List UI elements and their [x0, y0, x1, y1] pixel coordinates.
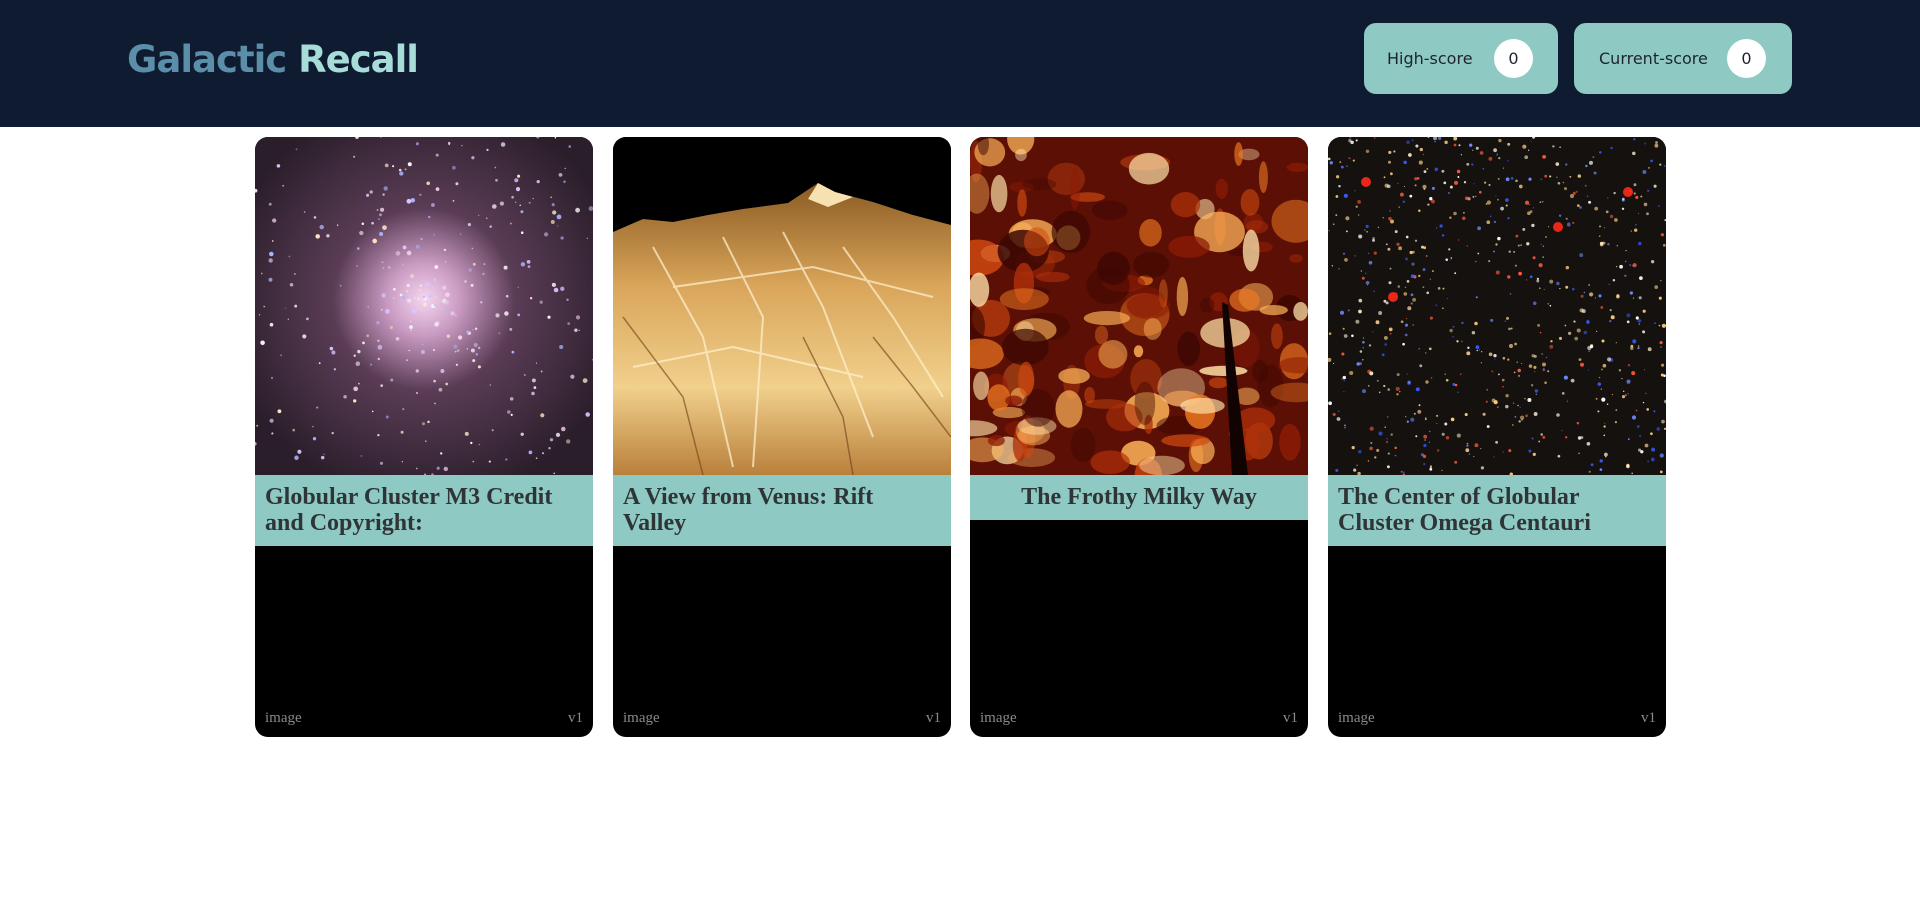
memory-card-frothy-milky-way[interactable]: The Frothy Milky Way image v1 — [970, 137, 1308, 737]
card-image-globular-cluster-m3 — [255, 137, 593, 475]
card-type-label: image — [623, 710, 660, 726]
logo-word-galactic: Galactic — [127, 38, 287, 81]
logo-word-recall: Recall — [298, 38, 419, 81]
card-title: The Frothy Milky Way — [970, 475, 1308, 520]
card-title: Globular Cluster M3 Credit and Copyright… — [255, 475, 593, 546]
card-image-venus-rift-valley — [613, 137, 951, 475]
high-score-value: 0 — [1494, 39, 1533, 78]
memory-card-globular-cluster-m3[interactable]: Globular Cluster M3 Credit and Copyright… — [255, 137, 593, 737]
card-version-label: v1 — [568, 710, 583, 726]
card-version-label: v1 — [926, 710, 941, 726]
current-score-panel: Current-score 0 — [1574, 23, 1792, 94]
card-type-label: image — [1338, 710, 1375, 726]
card-version-label: v1 — [1641, 710, 1656, 726]
high-score-panel: High-score 0 — [1364, 23, 1558, 94]
app-header: Galactic Recall High-score 0 Current-sco… — [0, 0, 1920, 127]
high-score-label: High-score — [1387, 49, 1473, 68]
memory-card-venus-rift-valley[interactable]: A View from Venus: Rift Valley image v1 — [613, 137, 951, 737]
card-title: The Center of Globular Cluster Omega Cen… — [1328, 475, 1666, 546]
card-image-frothy-milky-way — [970, 137, 1308, 475]
current-score-value: 0 — [1727, 39, 1766, 78]
card-type-label: image — [265, 710, 302, 726]
card-version-label: v1 — [1283, 710, 1298, 726]
current-score-label: Current-score — [1599, 49, 1708, 68]
memory-card-omega-centauri[interactable]: The Center of Globular Cluster Omega Cen… — [1328, 137, 1666, 737]
card-image-omega-centauri — [1328, 137, 1666, 475]
app-logo: Galactic Recall — [127, 34, 419, 86]
card-title: A View from Venus: Rift Valley — [613, 475, 951, 546]
card-type-label: image — [980, 710, 1017, 726]
